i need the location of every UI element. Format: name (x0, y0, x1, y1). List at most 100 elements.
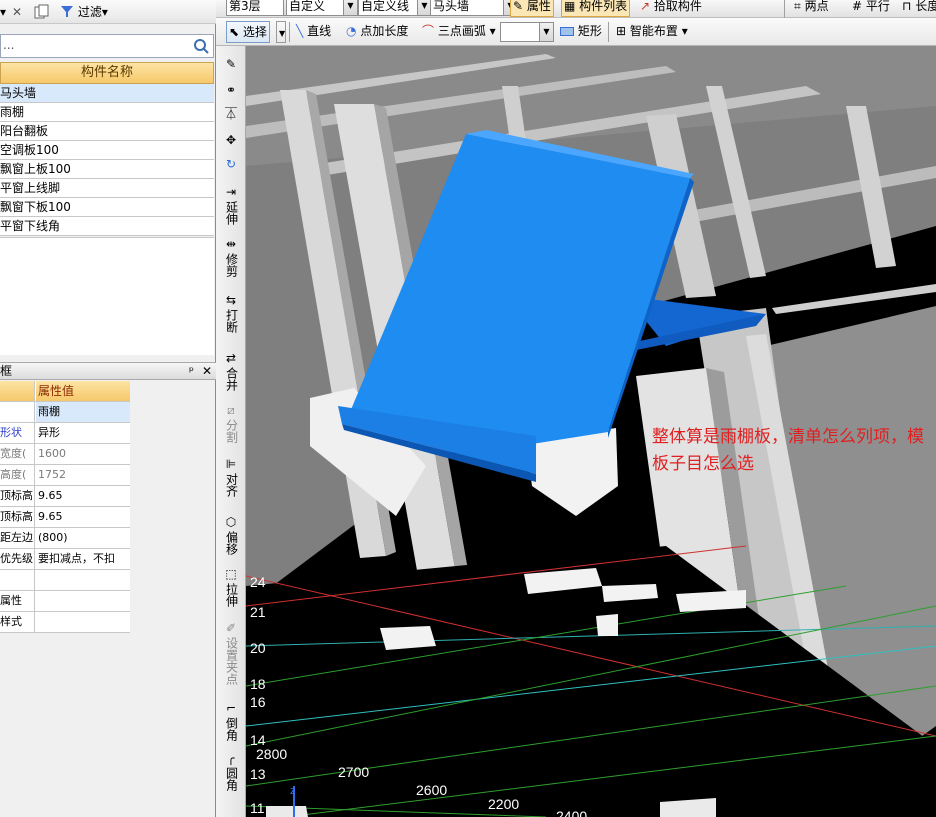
edit-vertical-toolbar: ✎ ⚭ ⏄ ✥ ↻ ⇥ 延伸 ⇹ 修剪 ⇆ 打断 ⇄ 合并 ⧄ 分割 ⊫ 对齐 … (216, 46, 246, 817)
smart-layout-button[interactable]: ⊞ 智能布置 ▾ (614, 21, 690, 43)
pin-icon[interactable]: ᵖ (189, 363, 194, 379)
component-list-item[interactable]: 马头墙 (0, 84, 214, 103)
component-list-item[interactable]: 平窗下线角 (0, 217, 214, 236)
break-button[interactable]: ⇆ 打断 (218, 294, 244, 336)
offset-icon: ⬡ (225, 515, 237, 529)
align-button[interactable]: ⊫ 对齐 (218, 458, 244, 500)
two-points-button[interactable]: ⌗ 两点 (792, 0, 831, 18)
close-icon[interactable]: ✕ (202, 363, 212, 379)
property-key: 顶标高 (0, 507, 35, 527)
component-list-header: 构件名称 (0, 62, 214, 84)
trim-icon: ⇹ (225, 237, 237, 251)
move-icon[interactable]: ✥ (218, 134, 244, 147)
point-length-button[interactable]: ◔ 点加长度 (344, 21, 410, 43)
property-value[interactable] (36, 591, 130, 611)
axis-number: 16 (250, 694, 266, 710)
properties-button-label: 属性 (526, 0, 551, 13)
axis-number: 21 (250, 604, 266, 620)
component-list-item[interactable]: 空调板100 (0, 141, 214, 160)
property-value[interactable] (36, 612, 130, 632)
property-value[interactable]: 异形 (36, 423, 130, 443)
length-button-label: 长度 (915, 0, 936, 13)
parallel-button[interactable]: # 平行 (850, 0, 892, 18)
rectangle-button[interactable]: 矩形 (558, 21, 604, 43)
stretch-label: 拉伸 (224, 583, 239, 607)
custom-line-select[interactable]: 自定义线 ▼ (358, 0, 432, 16)
component-list-item[interactable]: 飘窗上板100 (0, 160, 214, 179)
parallel-button-label: 平行 (865, 0, 890, 13)
split-button[interactable]: ⧄ 分割 (218, 404, 244, 446)
rectangle-button-label: 矩形 (577, 24, 602, 38)
block (266, 806, 308, 817)
align-icon: ⊫ (225, 457, 237, 471)
merge-button[interactable]: ⇄ 合并 (218, 352, 244, 394)
align-label: 对齐 (224, 473, 239, 497)
component-list-item[interactable]: 飘窗下板100 (0, 198, 214, 217)
select-button[interactable]: ⬉ 选择 (226, 21, 270, 43)
property-row[interactable]: 形状 异形 (0, 423, 130, 444)
line-button-label: 直线 (307, 24, 332, 38)
copy-tool-icon[interactable]: ⚭ (218, 84, 244, 97)
component-list-item[interactable]: 雨棚 (0, 103, 214, 122)
length-button[interactable]: ⊓ 长度 (900, 0, 936, 18)
property-row[interactable]: 属性 (0, 591, 130, 612)
property-value[interactable]: 雨棚 (36, 402, 130, 422)
property-key: 样式 (0, 612, 35, 632)
chevron-down-icon[interactable]: ▼ (417, 0, 431, 15)
merge-icon: ⇄ (225, 351, 237, 365)
property-value[interactable]: 1600 (36, 444, 130, 464)
pick-component-button[interactable]: ↗ 拾取构件 (638, 0, 704, 18)
mirror-icon[interactable]: ⏄ (218, 108, 244, 121)
set-grip-label: 设置夹点 (224, 637, 239, 685)
property-row[interactable]: 雨棚 (0, 402, 130, 423)
stretch-button[interactable]: ⬚ 拉伸 (218, 568, 244, 610)
merge-label: 合并 (224, 367, 239, 391)
dropdown-arrow-icon[interactable]: ▾ (0, 4, 6, 20)
rotate-icon[interactable]: ↻ (218, 158, 244, 171)
property-row[interactable]: 顶标高 9.65 (0, 486, 130, 507)
set-grip-button[interactable]: ✐ 设置夹点 (218, 622, 244, 688)
property-value[interactable]: 9.65 (36, 486, 130, 506)
fillet-button[interactable]: ╭ 圆角 (218, 752, 244, 794)
chevron-down-icon[interactable]: ▼ (343, 0, 357, 15)
component-list-button[interactable]: ▦ 构件列表 (561, 0, 631, 17)
property-row[interactable]: 宽度( 1600 (0, 444, 130, 465)
component-select[interactable]: 马头墙▼ (430, 0, 518, 16)
chamfer-button[interactable]: ⌐ 倒角 (218, 702, 244, 744)
property-value[interactable]: 1752 (36, 465, 130, 485)
property-row[interactable]: 距左边 (800) (0, 528, 130, 549)
offset-button[interactable]: ⬡ 偏移 (218, 516, 244, 558)
property-value[interactable]: 要扣减点，不扣 (36, 549, 130, 569)
toolbar-separator (608, 22, 609, 42)
property-value[interactable] (36, 570, 130, 590)
property-row[interactable]: 样式 (0, 612, 130, 633)
three-point-arc-button-label: 三点画弧 (437, 24, 486, 38)
three-point-arc-button[interactable]: ⌒ 三点画弧 ▾ (420, 21, 498, 43)
trim-button[interactable]: ⇹ 修剪 (218, 238, 244, 280)
pick-icon: ↗ (640, 0, 651, 13)
delete-icon[interactable]: ✕ (12, 4, 22, 20)
property-row[interactable] (0, 570, 130, 591)
extend-button[interactable]: ⇥ 延伸 (218, 186, 244, 228)
component-search-input[interactable]: ... (0, 34, 214, 58)
component-list-item[interactable]: 平窗上线脚 (0, 179, 214, 198)
pencil-icon[interactable]: ✎ (218, 58, 244, 71)
select-dropdown[interactable]: ▼ (276, 21, 286, 43)
filter-button[interactable]: 过滤▾ (60, 4, 108, 20)
chevron-down-icon[interactable]: ▼ (539, 23, 553, 41)
property-row[interactable]: 优先级 要扣减点，不扣 (0, 549, 130, 570)
extend-icon: ⇥ (225, 185, 237, 199)
property-row[interactable]: 高度( 1752 (0, 465, 130, 486)
pick-component-button-label: 拾取构件 (653, 0, 702, 13)
search-icon[interactable] (193, 38, 209, 54)
component-list-item[interactable]: 阳台翻板 (0, 122, 214, 141)
arc-option-select[interactable]: ▼ (500, 22, 554, 42)
properties-button[interactable]: ✎ 属性 (510, 0, 554, 17)
property-value[interactable]: 9.65 (36, 507, 130, 527)
property-value[interactable]: (800) (36, 528, 130, 548)
property-key: 宽度( (0, 444, 35, 464)
custom-select[interactable]: 自定义 ▼ (286, 0, 358, 16)
line-button[interactable]: ╲ 直线 (294, 21, 333, 43)
copy-icon[interactable] (34, 4, 50, 20)
property-row[interactable]: 顶标高 9.65 (0, 507, 130, 528)
